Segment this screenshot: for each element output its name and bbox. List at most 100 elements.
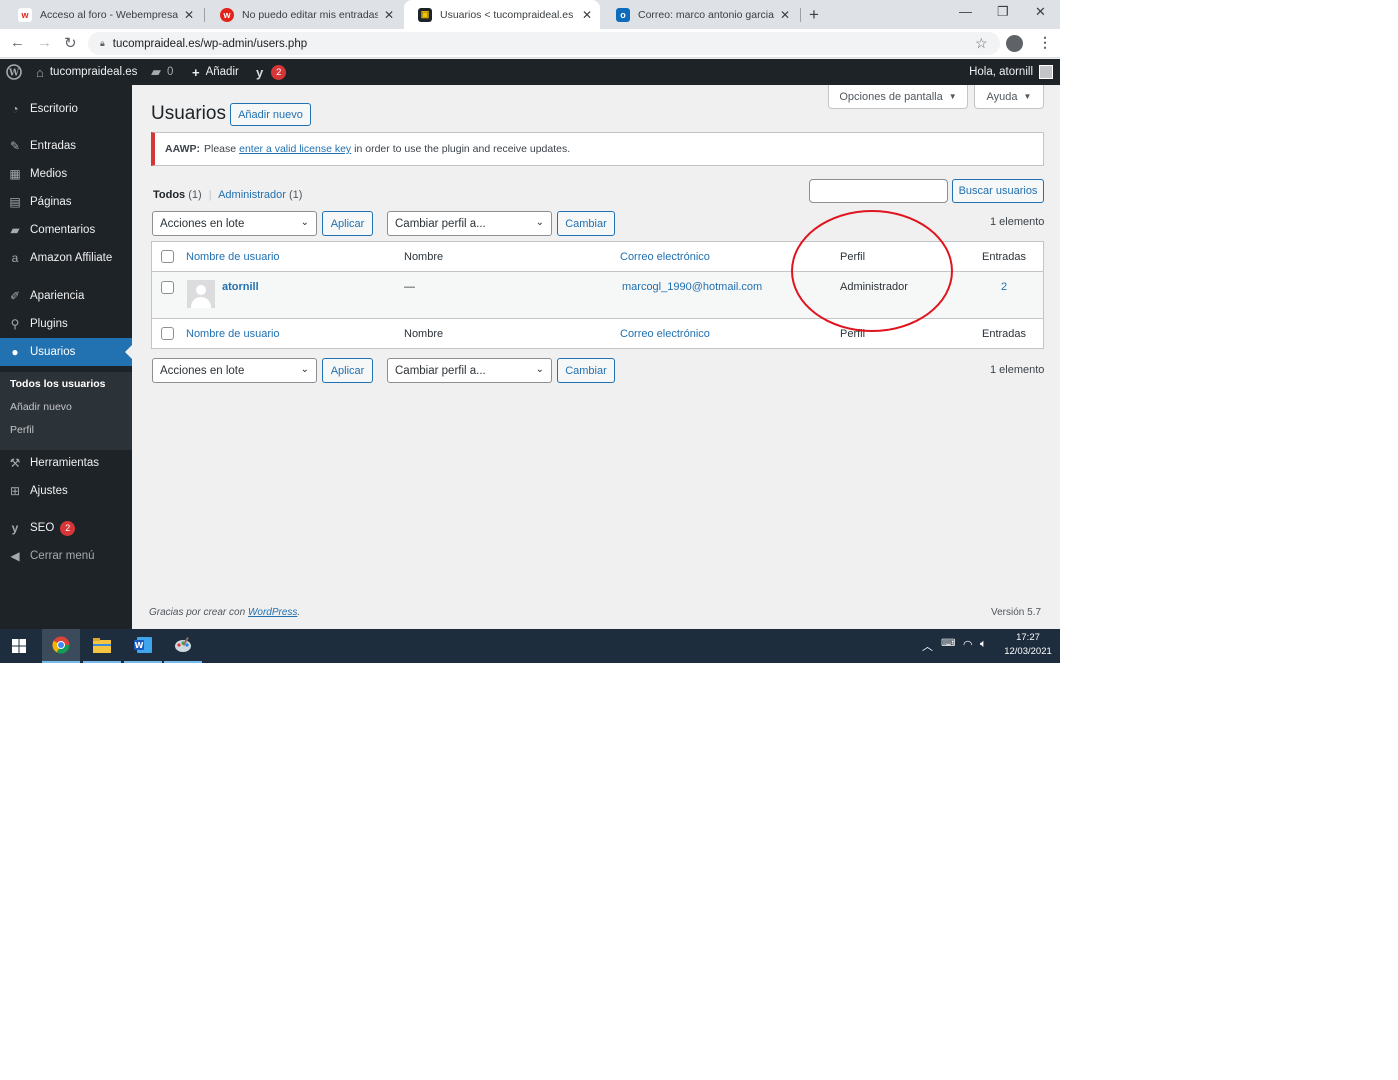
taskbar-file-explorer[interactable] [83,629,121,663]
browser-toolbar: ← → ↻ 🔒︎ tucompraideal.es/wp-admin/users… [0,29,1060,58]
add-new-user-button[interactable]: Añadir nuevo [230,103,311,126]
start-button[interactable] [0,629,38,663]
notification-badge: 2 [271,64,287,80]
license-key-link[interactable]: enter a valid license key [239,143,351,155]
bulk-actions-value: Acciones en lote [160,364,245,377]
media-icon: ▦ [9,167,21,181]
restore-icon[interactable]: ❐ [997,4,1009,20]
column-header-name: Nombre [404,328,444,340]
browser-tab-3-active[interactable]: ▣ Usuarios < tucompraideal.es — ✕ [404,0,600,29]
column-header-username[interactable]: Nombre de usuario [186,328,280,340]
wifi-icon[interactable]: ◠ [963,638,973,651]
adminbar-site[interactable]: ⌂ tucompraideal.es [36,59,137,85]
notice-text-before: Please [204,143,237,155]
menu-dots-icon[interactable]: ⋮ [1038,34,1052,51]
column-header-username[interactable]: Nombre de usuario [186,251,280,263]
email-link[interactable]: marcogl_1990@hotmail.com [622,281,762,293]
help-button[interactable]: Ayuda ▼ [974,85,1044,109]
taskbar-clock[interactable]: 17:27 12/03/2021 [1002,631,1054,659]
screen-options-button[interactable]: Opciones de pantalla ▼ [828,85,968,109]
admin-sidebar: ◔ Escritorio ✎ Entradas ▦ Medios ▤ Págin… [0,85,132,629]
change-role-button[interactable]: Cambiar [557,211,615,236]
bulk-actions-select-bottom[interactable]: Acciones en lote ⌄ [152,358,317,383]
bookmark-star-icon[interactable]: ☆ [975,35,988,52]
apply-button[interactable]: Aplicar [322,211,373,236]
submenu-item-perfil[interactable]: Perfil [10,424,34,436]
show-hidden-icons-icon[interactable]: ︿ [922,638,933,654]
browser-tab-1[interactable]: w Acceso al foro - Webempresa Eu ✕ [4,0,202,29]
back-icon[interactable]: ← [10,34,25,51]
taskbar-word[interactable]: W [124,629,162,663]
view-admin-link[interactable]: Administrador [218,189,286,201]
sidebar-item-apariencia[interactable]: ✐ Apariencia [0,282,132,310]
view-all-link[interactable]: Todos [153,189,185,201]
comment-icon: ▰ [10,223,20,237]
browser-tab-2[interactable]: w No puedo editar mis entradas – ✕ [206,0,402,29]
close-icon[interactable]: ✕ [384,8,394,22]
wp-logo[interactable]: W [6,59,22,85]
role-cell: Administrador [840,281,908,293]
sidebar-submenu-usuarios: Todos los usuarios Añadir nuevo Perfil [0,372,132,450]
sidebar-item-comentarios[interactable]: ▰ Comentarios [0,216,132,244]
sidebar-item-label: Usuarios [30,346,76,358]
select-all-checkbox[interactable] [161,250,174,263]
sidebar-item-medios[interactable]: ▦ Medios [0,160,132,188]
adminbar-comments[interactable]: ▰ 0 [151,59,173,85]
minimize-icon[interactable]: — [959,4,972,19]
sidebar-item-escritorio[interactable]: ◔ Escritorio [0,95,132,123]
submenu-item-anadir-nuevo[interactable]: Añadir nuevo [10,401,72,413]
chrome-icon [52,636,70,654]
wp-admin-bar: W ⌂ tucompraideal.es ▰ 0 + Añadir y 2 Ho… [0,59,1060,85]
change-role-select-bottom[interactable]: Cambiar perfil a... ⌄ [387,358,552,383]
sidebar-item-usuarios[interactable]: ● Usuarios [0,338,132,366]
sidebar-item-plugins[interactable]: ⚲ Plugins [0,310,132,338]
wordpress-link[interactable]: WordPress [248,607,297,618]
sidebar-item-amazon-affiliate[interactable]: a Amazon Affiliate [0,244,132,272]
submenu-item-todos-los-usuarios[interactable]: Todos los usuarios [10,378,105,390]
forward-icon[interactable]: → [37,34,52,51]
select-all-checkbox[interactable] [161,327,174,340]
sidebar-item-paginas[interactable]: ▤ Páginas [0,188,132,216]
apply-button-bottom[interactable]: Aplicar [322,358,373,383]
table-header: Nombre de usuario Nombre Correo electrón… [152,242,1043,272]
new-tab-icon[interactable]: + [809,5,819,25]
window-close-icon[interactable]: ✕ [1035,4,1046,20]
search-users-button[interactable]: Buscar usuarios [952,179,1044,203]
posts-count-link[interactable]: 2 [1001,281,1007,293]
change-role-value: Cambiar perfil a... [395,364,486,377]
input-indicator-icon[interactable]: ⌨ [941,638,955,649]
close-icon[interactable]: ✕ [582,8,592,22]
comment-icon: ▰ [151,64,161,79]
footer-thanks-end: . [297,607,301,618]
search-input[interactable] [809,179,948,203]
profile-avatar-icon[interactable] [1006,35,1023,52]
reload-icon[interactable]: ↻ [64,34,77,52]
sidebar-item-herramientas[interactable]: ⚒ Herramientas [0,449,132,477]
adminbar-yoast[interactable]: y 2 [256,59,287,85]
column-header-email[interactable]: Correo electrónico [620,251,710,263]
row-checkbox[interactable] [161,281,174,294]
bulk-actions-select[interactable]: Acciones en lote ⌄ [152,211,317,236]
sidebar-item-seo[interactable]: y SEO 2 [0,514,132,542]
adminbar-new[interactable]: + Añadir [192,59,239,85]
close-icon[interactable]: ✕ [184,8,194,22]
new-label: Añadir [205,66,239,78]
change-role-select[interactable]: Cambiar perfil a... ⌄ [387,211,552,236]
adminbar-account[interactable]: Hola, atornill [969,59,1053,85]
sidebar-item-label: Medios [30,168,68,180]
screenshot: w Acceso al foro - Webempresa Eu ✕ w No … [0,0,1060,663]
volume-icon[interactable]: 🔈︎ [980,638,987,651]
sidebar-item-ajustes[interactable]: ⊞ Ajustes [0,477,132,505]
username-link[interactable]: atornill [222,281,259,293]
address-bar[interactable]: 🔒︎ tucompraideal.es/wp-admin/users.php [88,32,1000,55]
sidebar-item-label: Escritorio [30,103,78,115]
close-icon[interactable]: ✕ [780,8,790,22]
taskbar-chrome[interactable] [42,629,80,663]
sidebar-collapse-menu[interactable]: ◀ Cerrar menú [0,542,132,570]
column-header-email[interactable]: Correo electrónico [620,328,710,340]
taskbar-paint[interactable] [164,629,202,663]
browser-tab-4[interactable]: o Correo: marco antonio garcia leo ✕ [602,0,798,29]
sidebar-item-entradas[interactable]: ✎ Entradas [0,132,132,160]
brush-icon: ✐ [9,289,21,303]
change-role-button-bottom[interactable]: Cambiar [557,358,615,383]
